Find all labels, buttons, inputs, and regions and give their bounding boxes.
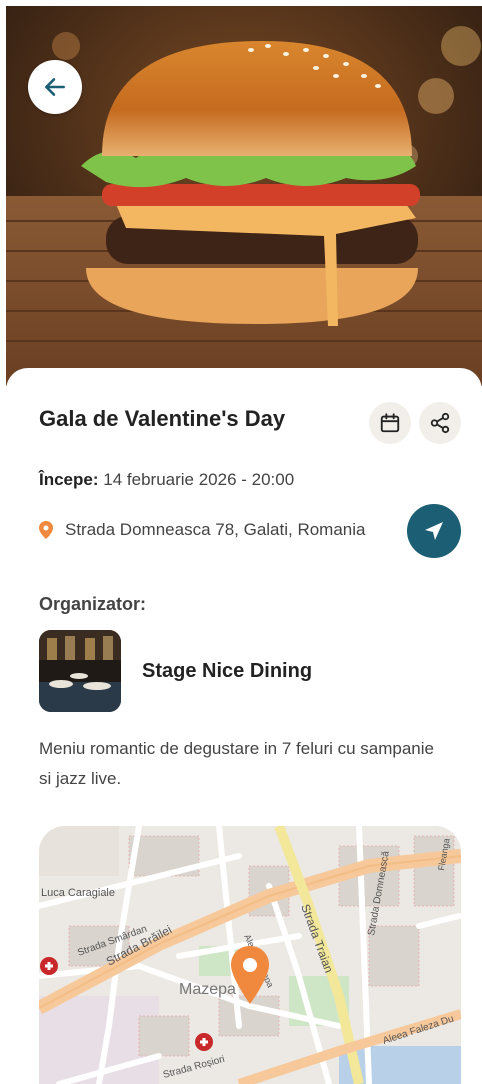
share-icon bbox=[430, 412, 450, 434]
navigation-arrow-icon bbox=[425, 522, 443, 540]
start-datetime: 14 februarie 2026 - 20:00 bbox=[103, 470, 295, 489]
event-address-row: Strada Domneasca 78, Galati, Romania bbox=[39, 520, 366, 540]
event-description: Meniu romantic de degustare in 7 feluri … bbox=[39, 739, 434, 788]
hero-image bbox=[6, 6, 482, 386]
map-canvas: Luca Caragiale Strada Smârdan Strada Bră… bbox=[39, 826, 461, 1084]
organizer-name[interactable]: Stage Nice Dining bbox=[142, 660, 312, 683]
arrow-left-icon bbox=[45, 78, 65, 96]
back-button[interactable] bbox=[28, 60, 82, 114]
location-pin-icon bbox=[39, 521, 53, 539]
map-label-mazepa: Mazepa bbox=[179, 981, 236, 998]
add-to-calendar-button[interactable] bbox=[369, 402, 411, 444]
directions-button[interactable] bbox=[407, 504, 461, 558]
organizer-label: Organizator: bbox=[39, 594, 147, 614]
calendar-icon bbox=[380, 413, 400, 433]
event-title: Gala de Valentine's Day bbox=[39, 406, 286, 431]
event-address: Strada Domneasca 78, Galati, Romania bbox=[65, 520, 366, 539]
restaurant-photo bbox=[39, 630, 121, 712]
hospital-marker-1 bbox=[40, 957, 58, 975]
location-map[interactable]: Luca Caragiale Strada Smârdan Strada Bră… bbox=[39, 826, 461, 1084]
map-label-luca: Luca Caragiale bbox=[41, 887, 115, 899]
event-start-row: Începe: 14 februarie 2026 - 20:00 bbox=[39, 470, 294, 490]
organizer-avatar[interactable] bbox=[39, 630, 121, 712]
burger-photo bbox=[6, 6, 482, 386]
start-label: Începe: bbox=[39, 470, 99, 489]
hospital-marker-2 bbox=[195, 1033, 213, 1051]
share-button[interactable] bbox=[419, 402, 461, 444]
event-details-card: Gala de Valentine's Day Începe: 14 febru… bbox=[6, 368, 482, 1084]
